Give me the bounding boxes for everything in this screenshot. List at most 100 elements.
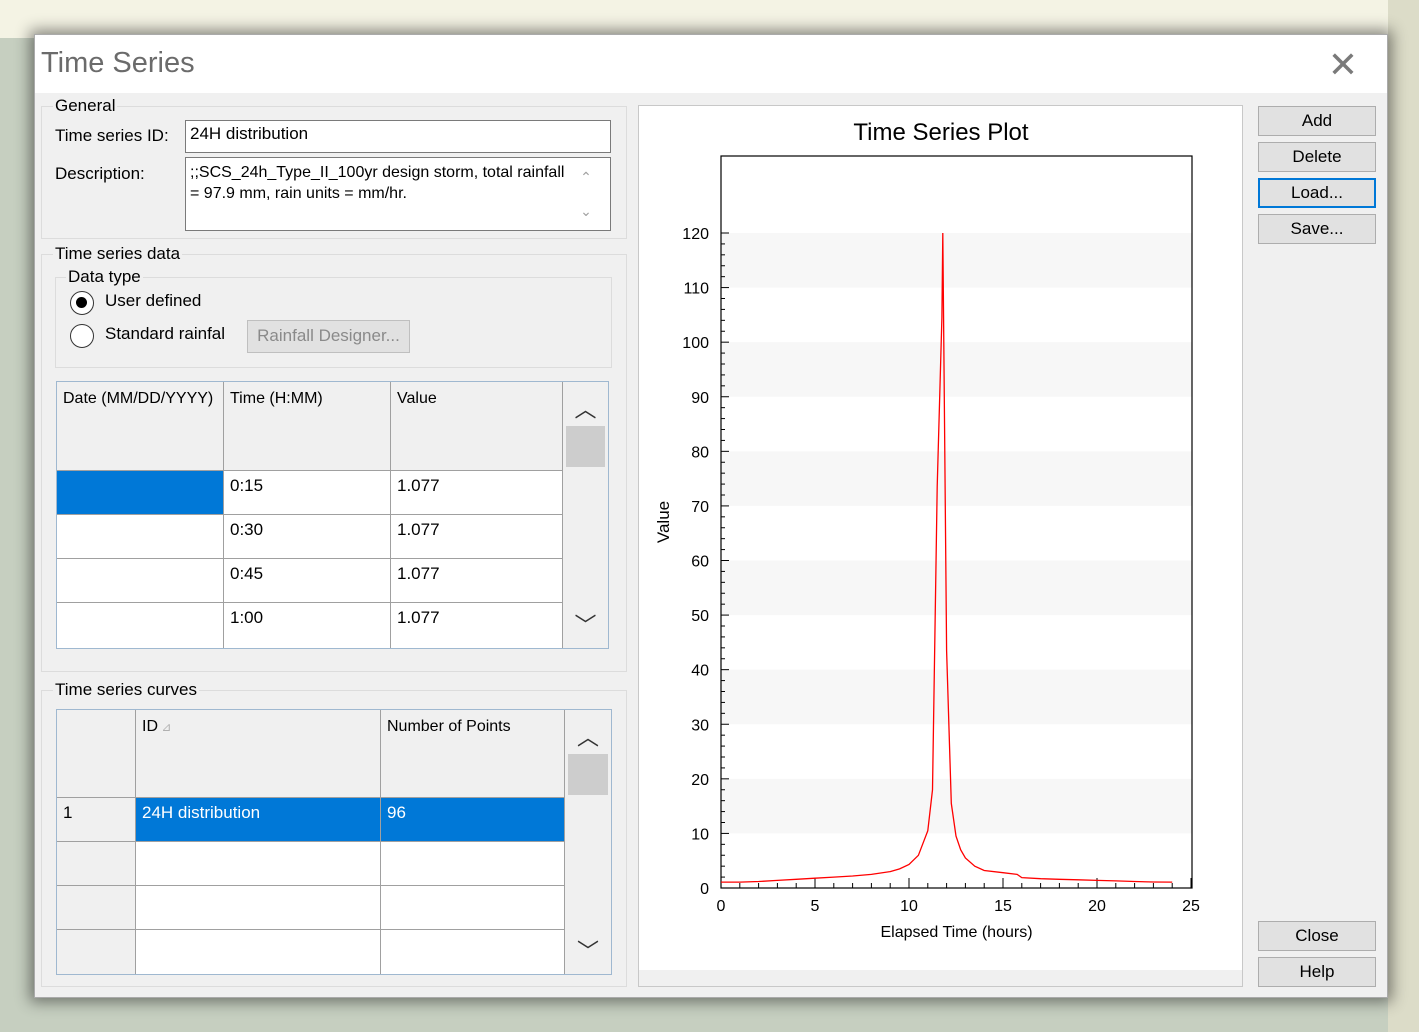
description-label: Description: [55,164,145,183]
scrollbar-thumb[interactable] [568,754,608,795]
col-header-value[interactable]: Value [391,382,563,471]
row-header[interactable]: 1 [57,798,136,842]
col-header-points[interactable]: Number of Points [381,710,565,798]
time-series-data-grid[interactable]: Date (MM/DD/YYYY) Time (H:MM) Value 0:15… [56,381,609,649]
background-window-strip [0,0,1419,38]
title-bar: Time Series ✕ [35,35,1387,93]
x-tick-label: 0 [717,898,726,915]
x-tick-label: 25 [1182,898,1200,915]
table-cell-time[interactable]: 0:45 [224,559,391,603]
grid-band [721,778,1192,834]
time-series-dialog: Time Series ✕ General Time series ID: 24… [34,34,1388,998]
y-tick-label: 0 [700,881,709,898]
col-header-id[interactable]: ID ⊿ [136,710,381,798]
radio-standard-rainfall[interactable] [70,324,94,348]
table-cell-date[interactable] [57,471,224,515]
y-tick-label: 80 [691,444,709,461]
background-window-edge [1388,0,1419,1032]
time-series-id-label: Time series ID: [55,126,169,145]
y-tick-label: 110 [683,281,709,298]
table-cell-points[interactable] [381,886,565,930]
plot-status-strip [639,970,1242,986]
x-tick-label: 10 [900,898,918,915]
table-cell-id[interactable] [136,930,381,974]
table-cell-points[interactable]: 96 [381,798,565,842]
table-cell-date[interactable] [57,515,224,559]
grid-band [721,342,1192,397]
y-tick-label: 50 [691,608,709,625]
chevron-up-icon[interactable]: ︿ [565,720,611,752]
table-cell-id[interactable] [136,842,381,886]
chevron-up-icon[interactable]: ︿ [563,392,608,424]
add-button[interactable]: Add [1258,106,1376,136]
row-header[interactable] [57,886,136,930]
table-cell-date[interactable] [57,559,224,603]
x-tick-label: 5 [811,898,820,915]
description-input[interactable]: ;;SCS_24h_Type_II_100yr design storm, to… [185,157,611,231]
table-cell-time[interactable]: 0:15 [224,471,391,515]
curves-grid[interactable]: ID ⊿ Number of Points 1 24H distribution… [56,709,612,975]
y-tick-label: 30 [691,717,709,734]
table-cell-time[interactable]: 0:30 [224,515,391,559]
table-cell-time[interactable]: 1:00 [224,603,391,648]
chevron-down-icon[interactable]: ﹀ [563,608,608,640]
table-cell-value[interactable]: 1.077 [391,471,563,515]
y-tick-label: 100 [682,335,709,352]
delete-button[interactable]: Delete [1258,142,1376,172]
y-axis-label: Value [654,501,673,543]
rainfall-designer-button[interactable]: Rainfall Designer... [247,320,410,353]
table-cell-points[interactable] [381,930,565,974]
table-cell-value[interactable]: 1.077 [391,559,563,603]
save-button[interactable]: Save... [1258,214,1376,244]
close-button[interactable]: Close [1258,921,1376,951]
time-series-id-input[interactable]: 24H distribution [185,120,611,153]
y-tick-label: 70 [691,499,709,516]
sort-asc-icon: ⊿ [158,720,172,734]
y-tick-label: 20 [691,772,709,789]
load-button[interactable]: Load... [1258,178,1376,208]
row-header[interactable] [57,930,136,974]
radio-user-defined[interactable] [70,291,94,315]
scroll-down-icon[interactable]: ⌄ [576,203,596,221]
user-defined-label: User defined [105,291,202,310]
table-cell-id[interactable] [136,886,381,930]
description-text: ;;SCS_24h_Type_II_100yr design storm, to… [190,164,565,202]
table-cell-points[interactable] [381,842,565,886]
scroll-up-icon[interactable]: ⌃ [576,169,596,187]
grid-band [721,669,1192,725]
col-header-date[interactable]: Date (MM/DD/YYYY) [57,382,224,471]
chevron-down-icon[interactable]: ﹀ [565,934,611,966]
x-tick-label: 15 [994,898,1012,915]
table-cell-id[interactable]: 24H distribution [136,798,381,842]
scrollbar-thumb[interactable] [566,426,605,467]
y-tick-label: 60 [691,554,709,571]
close-icon[interactable]: ✕ [1321,43,1365,87]
row-header[interactable] [57,842,136,886]
y-tick-label: 120 [682,226,709,243]
general-group-label: General [53,96,118,116]
table-cell-date[interactable] [57,603,224,648]
x-axis-label: Elapsed Time (hours) [880,924,1032,941]
dialog-title: Time Series [41,47,195,79]
table-cell-value[interactable]: 1.077 [391,603,563,648]
grid-band [721,233,1192,288]
grid-band [721,560,1192,616]
y-tick-label: 40 [691,663,709,680]
y-tick-label: 90 [691,390,709,407]
data-grid-scrollbar[interactable]: ︿ ﹀ [563,382,608,648]
data-type-label: Data type [66,267,143,287]
table-cell-value[interactable]: 1.077 [391,515,563,559]
col-header-time[interactable]: Time (H:MM) [224,382,391,471]
y-tick-label: 10 [691,826,709,843]
standard-rainfall-label: Standard rainfal [105,324,226,343]
time-series-data-label: Time series data [53,244,183,264]
grid-band [721,451,1192,506]
chart-title: Time Series Plot [853,119,1028,146]
col-header-id-label: ID [142,718,158,735]
curves-grid-scrollbar[interactable]: ︿ ﹀ [565,710,611,974]
help-button[interactable]: Help [1258,957,1376,987]
time-series-plot-panel: Time Series Plot 0 10 20 30 40 50 60 70 80 90 100 1… [638,105,1243,987]
x-tick-label: 20 [1088,898,1106,915]
time-series-chart: Time Series Plot 01020304050607080901001… [654,119,1200,941]
row-header-corner [57,710,136,798]
